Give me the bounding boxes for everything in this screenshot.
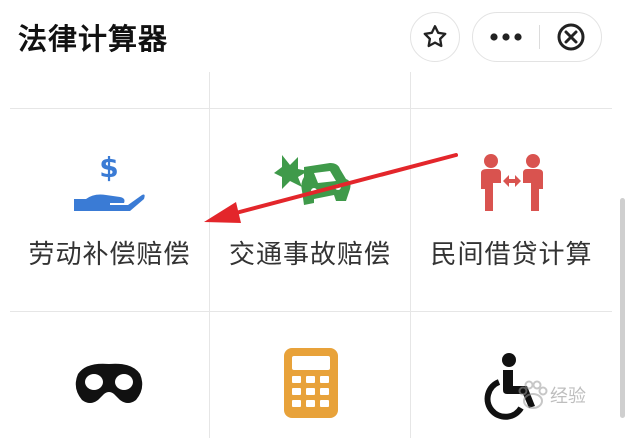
- grid-item-traffic-accident[interactable]: 交通事故赔偿: [210, 109, 410, 311]
- svg-text:$: $: [99, 151, 118, 184]
- star-icon: [423, 25, 447, 48]
- mask-icon: [75, 363, 143, 403]
- people-exchange-icon: [481, 154, 543, 211]
- grid-item-row2-1[interactable]: [10, 312, 209, 438]
- grid-item-labor-compensation[interactable]: $ 劳动补偿赔偿: [10, 109, 209, 311]
- page-title: 法律计算器: [18, 22, 169, 56]
- close-button[interactable]: [540, 13, 602, 61]
- calculator-icon: [284, 348, 338, 418]
- hand-dollar-icon: $: [74, 151, 145, 211]
- grid-item-row2-2[interactable]: [210, 312, 410, 438]
- grid-item-label: 交通事故赔偿: [228, 240, 391, 270]
- grid-item-private-lending[interactable]: 民间借贷计算: [411, 109, 612, 311]
- more-dots-icon: [490, 33, 522, 41]
- car-crash-icon: [274, 155, 351, 205]
- capsule-menu: [472, 12, 602, 62]
- more-button[interactable]: [473, 13, 539, 61]
- watermark: 经验: [508, 370, 628, 430]
- close-circle-icon: [557, 23, 585, 51]
- watermark-text: 经验: [550, 386, 586, 407]
- paw-icon: [518, 380, 548, 409]
- favorite-button[interactable]: [410, 12, 460, 62]
- grid-item-label: 民间借贷计算: [430, 240, 593, 270]
- grid-item-label: 劳动补偿赔偿: [28, 240, 191, 270]
- header-bar: 法律计算器: [0, 0, 629, 72]
